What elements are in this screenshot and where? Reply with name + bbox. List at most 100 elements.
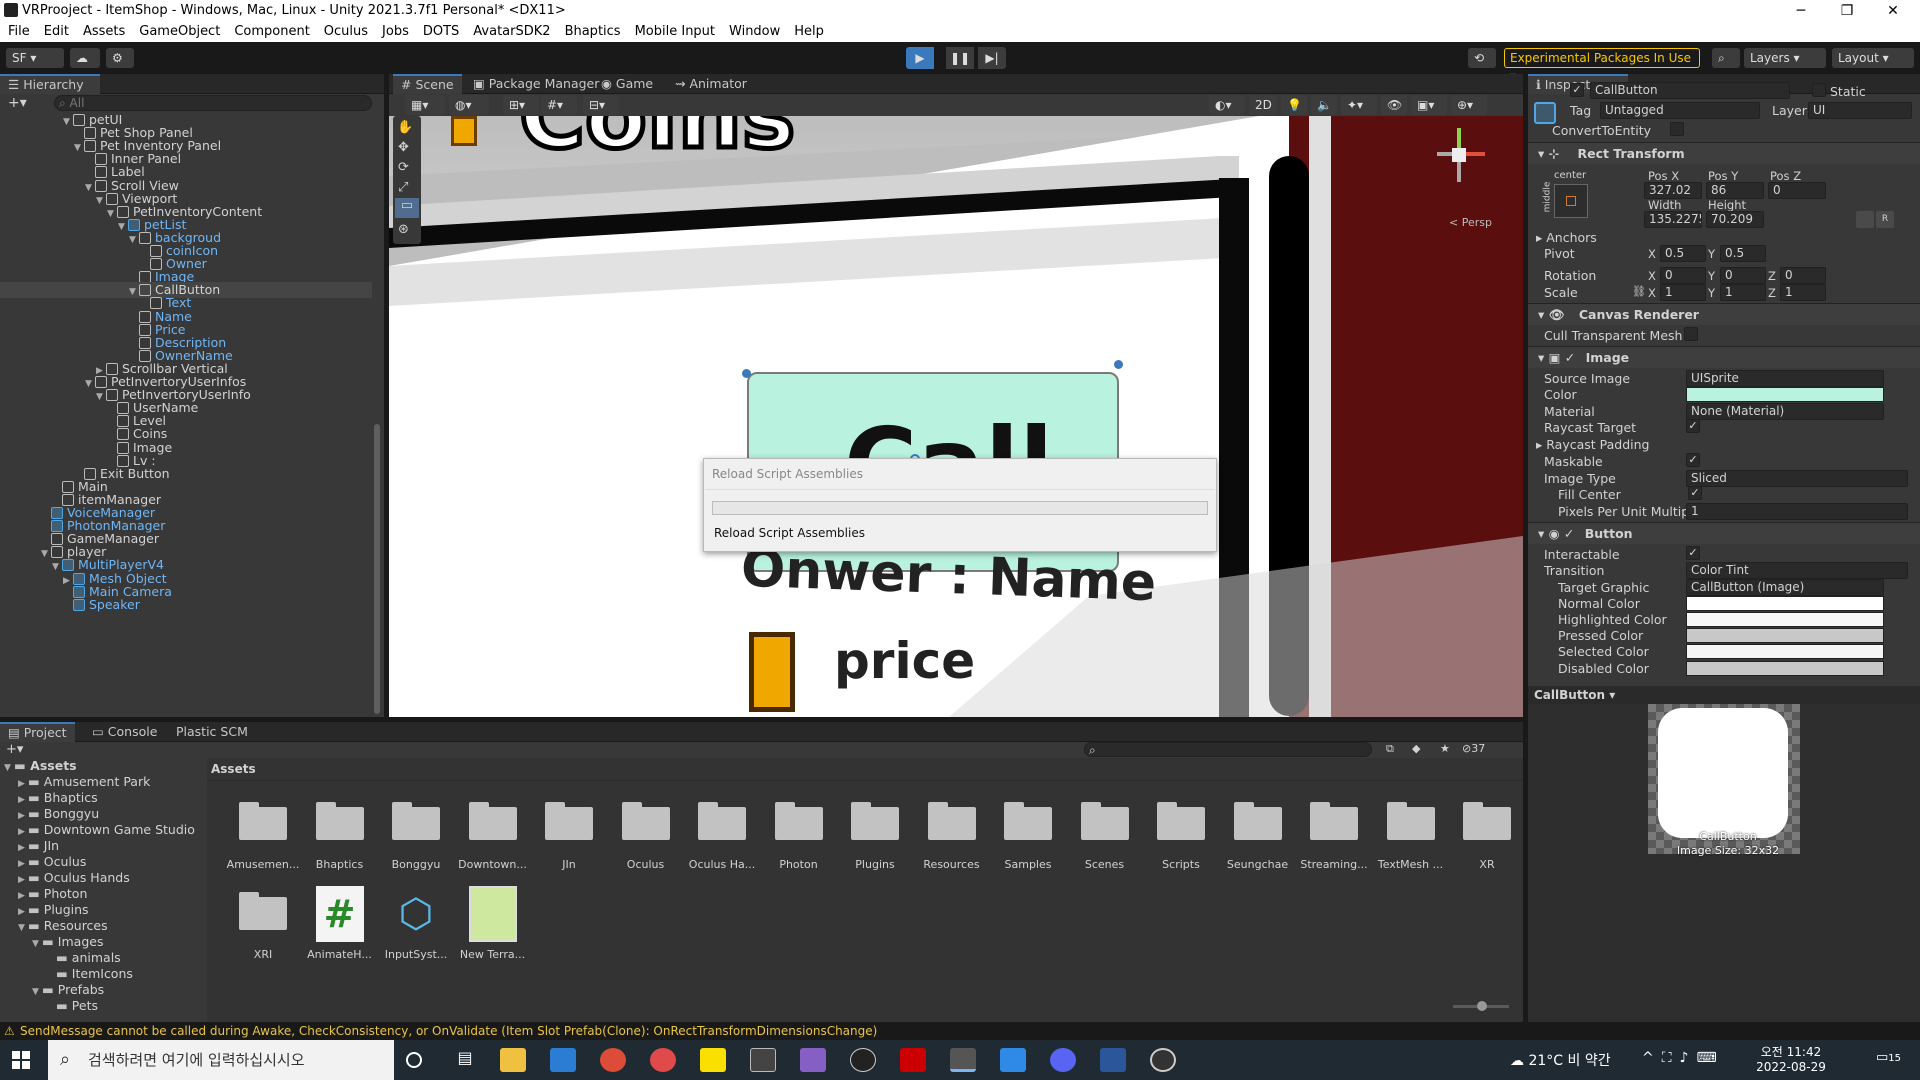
- scale-z-field[interactable]: 1: [1780, 284, 1826, 301]
- menu-item-help[interactable]: Help: [786, 22, 830, 39]
- convert-to-entity-checkbox[interactable]: [1670, 122, 1684, 136]
- anchor-preset-button[interactable]: [1554, 184, 1588, 218]
- menu-item-component[interactable]: Component: [226, 22, 315, 39]
- chrome-icon[interactable]: [600, 1048, 626, 1072]
- globe-icon[interactable]: ◍▾: [449, 95, 489, 115]
- raw-edit-button[interactable]: R: [1876, 211, 1894, 228]
- discord-icon[interactable]: [1050, 1048, 1076, 1072]
- windows-start-icon[interactable]: [12, 1051, 30, 1069]
- rotate-tool-icon[interactable]: ⟳: [398, 160, 409, 175]
- asset-item[interactable]: JIn: [537, 796, 601, 876]
- scale-y-field[interactable]: 1: [1720, 284, 1766, 301]
- increment-snap-icon[interactable]: ⊟▾: [583, 95, 619, 115]
- layer-dropdown[interactable]: UI: [1808, 102, 1912, 119]
- raycast-target-checkbox[interactable]: ✓: [1686, 419, 1700, 433]
- vscode-icon[interactable]: [1000, 1048, 1026, 1072]
- project-tree-item[interactable]: ▶ ▬ Bonggyu: [0, 806, 99, 822]
- obs-icon[interactable]: [1150, 1048, 1176, 1072]
- tab-console[interactable]: ▭ Console: [84, 722, 165, 742]
- project-tree-item[interactable]: ▶ ▬ Plugins: [0, 902, 89, 918]
- maskable-checkbox[interactable]: ✓: [1686, 453, 1700, 467]
- posy-field[interactable]: 86: [1706, 182, 1764, 199]
- move-tool-icon[interactable]: ✥: [398, 140, 409, 155]
- rot-y-field[interactable]: 0: [1720, 267, 1766, 284]
- hidden-packages-count[interactable]: ⊘37: [1462, 742, 1485, 755]
- asset-item[interactable]: Plugins: [843, 796, 907, 876]
- project-tree-item[interactable]: ▶ ▬ Bhaptics: [0, 790, 98, 806]
- asset-item[interactable]: Bonggyu: [384, 796, 448, 876]
- asset-item[interactable]: Scenes: [1073, 796, 1137, 876]
- system-tray-icons[interactable]: ^⛶♪⌨: [1642, 1050, 1725, 1066]
- maximize-button[interactable]: ❐: [1824, 0, 1870, 22]
- asset-item[interactable]: TextMesh ...: [1378, 796, 1443, 876]
- asset-item[interactable]: Seungchae: [1226, 796, 1290, 876]
- image-color-swatch[interactable]: [1686, 387, 1884, 402]
- search-icon[interactable]: ⌕: [1712, 48, 1740, 68]
- tab-game[interactable]: ◉ Game: [593, 74, 661, 94]
- gizmos-icon[interactable]: ⊕▾: [1451, 95, 1487, 115]
- word-icon[interactable]: [1100, 1048, 1126, 1072]
- pivot-x-field[interactable]: 0.5: [1660, 245, 1706, 262]
- camera-icon[interactable]: ▣▾: [1411, 95, 1447, 115]
- asset-item[interactable]: Amusemen...: [227, 796, 299, 876]
- raycast-padding-foldout[interactable]: ▸ Raycast Padding: [1536, 437, 1649, 452]
- project-tree-item[interactable]: ▬ ItemIcons: [0, 966, 133, 982]
- visual-studio-icon[interactable]: [800, 1048, 826, 1072]
- blueprint-mode-button[interactable]: [1856, 211, 1874, 228]
- tab-project[interactable]: ▤ Project: [0, 722, 75, 742]
- grid-snap-icon[interactable]: ⊞▾: [503, 95, 539, 115]
- project-tree-item[interactable]: ▶ ▬ Photon: [0, 886, 87, 902]
- visibility-icon[interactable]: 👁: [1381, 95, 1407, 115]
- orientation-gizmo[interactable]: [1429, 128, 1489, 188]
- disabled-color-swatch[interactable]: [1686, 661, 1884, 676]
- height-field[interactable]: 70.209: [1706, 211, 1764, 228]
- menu-item-edit[interactable]: Edit: [36, 22, 75, 39]
- create-asset-button[interactable]: +▾: [6, 742, 23, 757]
- search-type-icon[interactable]: ⧉: [1386, 742, 1394, 756]
- asset-item[interactable]: XR: [1455, 796, 1519, 876]
- asset-item[interactable]: Scripts: [1149, 796, 1213, 876]
- pivot-y-field[interactable]: 0.5: [1720, 245, 1766, 262]
- tab-package-manager[interactable]: ▣ Package Manager: [465, 74, 607, 94]
- hand-tool-icon[interactable]: ✋: [397, 120, 413, 135]
- scale-x-field[interactable]: 1: [1660, 284, 1706, 301]
- asset-item[interactable]: Streaming...: [1300, 796, 1368, 876]
- step-button[interactable]: ▶|: [978, 47, 1006, 69]
- audio-icon[interactable]: 🔈: [1311, 95, 1337, 115]
- cortana-icon[interactable]: [406, 1052, 422, 1068]
- hierarchy-row[interactable]: Speaker: [0, 597, 140, 613]
- asset-item[interactable]: Bhaptics: [308, 796, 372, 876]
- rect-tool-icon[interactable]: ▭: [395, 198, 419, 218]
- menu-item-jobs[interactable]: Jobs: [374, 22, 415, 39]
- menu-item-file[interactable]: File: [0, 22, 36, 39]
- persp-label[interactable]: < Persp: [1449, 216, 1492, 229]
- menu-item-dots[interactable]: DOTS: [415, 22, 465, 39]
- cull-checkbox[interactable]: [1684, 327, 1698, 341]
- play-button[interactable]: ▶: [906, 47, 934, 69]
- notifications-icon[interactable]: ▭15: [1876, 1050, 1901, 1065]
- ppu-field[interactable]: 1: [1686, 503, 1908, 520]
- asset-item[interactable]: Downtown...: [458, 796, 527, 876]
- collab-icon[interactable]: ⚙: [106, 48, 134, 68]
- normal-color-swatch[interactable]: [1686, 596, 1884, 611]
- object-name-field[interactable]: CallButton: [1590, 82, 1790, 99]
- image-type-dropdown[interactable]: Sliced: [1686, 470, 1908, 487]
- project-tree-item[interactable]: ▬ Pets: [0, 998, 98, 1014]
- project-tree-item[interactable]: ▬ animals: [0, 950, 121, 966]
- transform-tool-icon[interactable]: ⊛: [398, 222, 409, 237]
- asset-item[interactable]: New Terra...: [460, 886, 525, 966]
- asset-item[interactable]: Oculus: [614, 796, 678, 876]
- mode-2d-toggle[interactable]: 2D: [1249, 95, 1277, 115]
- asset-item[interactable]: Samples: [996, 796, 1060, 876]
- width-field[interactable]: 135.2275: [1644, 211, 1702, 228]
- menu-item-gameobject[interactable]: GameObject: [131, 22, 226, 39]
- unity-editor-icon[interactable]: [950, 1048, 976, 1072]
- project-search-input[interactable]: ⌕: [1084, 742, 1372, 757]
- effects-icon[interactable]: ✦▾: [1341, 95, 1377, 115]
- asset-item[interactable]: XRI: [231, 886, 295, 966]
- transition-dropdown[interactable]: Color Tint: [1686, 562, 1908, 579]
- favorite-icon[interactable]: ★: [1440, 742, 1450, 755]
- weather-widget[interactable]: ☁ 21°C 비 약간: [1510, 1050, 1611, 1070]
- menu-item-mobile-input[interactable]: Mobile Input: [627, 22, 721, 39]
- rect-handle-tl[interactable]: [742, 369, 751, 378]
